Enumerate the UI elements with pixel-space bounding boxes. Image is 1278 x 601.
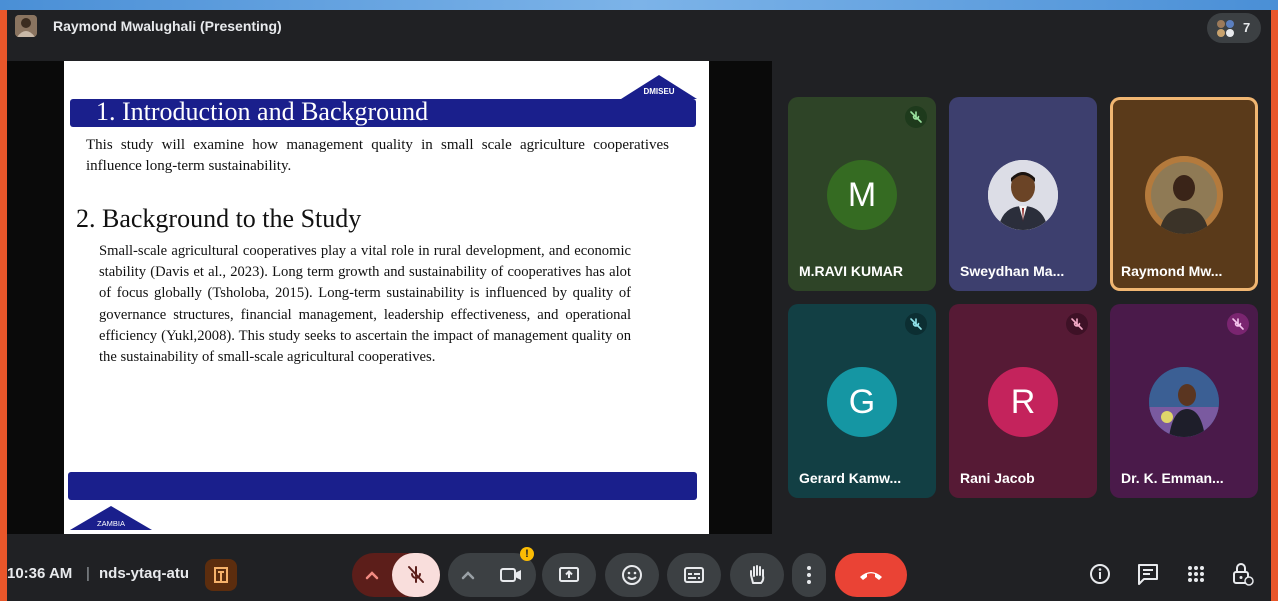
avatar: G — [827, 367, 897, 437]
avatar: M — [827, 160, 897, 230]
bottom-bar: 10:36 AM | nds-ytaq-atu ! — [7, 547, 1271, 601]
meeting-time: 10:36 AM — [7, 565, 73, 582]
info-icon[interactable] — [1086, 560, 1114, 588]
host-controls-icon[interactable] — [1228, 560, 1256, 588]
participant-tile[interactable]: R Rani Jacob — [949, 304, 1097, 498]
slide-heading-1: 1. Introduction and Background — [96, 97, 429, 126]
slide-body-text: Small-scale agricultural cooperatives pl… — [99, 243, 631, 366]
host-badge-icon[interactable] — [205, 559, 237, 591]
raise-hand-icon — [750, 565, 765, 584]
svg-text:ZAMBIA: ZAMBIA — [97, 519, 125, 528]
camera-options-icon[interactable] — [448, 553, 488, 597]
dmiseu-logo: DMISEU — [621, 75, 697, 99]
mic-muted-badge — [1066, 313, 1088, 335]
mic-control-group — [352, 553, 440, 597]
top-bar: Raymond Mwalughali (Presenting) 7 — [7, 10, 1271, 44]
avatar — [988, 160, 1058, 230]
zambia-logo: ZAMBIA — [70, 506, 152, 530]
emoji-button[interactable] — [605, 553, 659, 597]
participants-button[interactable]: 7 — [1207, 13, 1261, 43]
window-frame-top — [0, 0, 1278, 10]
mic-off-icon — [408, 566, 424, 583]
avatar — [1149, 367, 1219, 437]
present-screen-button[interactable] — [542, 553, 596, 597]
participant-name: Dr. K. Emman... — [1121, 470, 1224, 486]
participant-tile[interactable]: Sweydhan Ma... — [949, 97, 1097, 291]
participant-tile[interactable]: G Gerard Kamw... — [788, 304, 936, 498]
participant-name: Rani Jacob — [960, 470, 1035, 486]
participant-tile[interactable]: M M.RAVI KUMAR — [788, 97, 936, 291]
presenter-avatar — [15, 15, 37, 37]
activities-icon[interactable] — [1182, 560, 1210, 588]
meet-app: Raymond Mwalughali (Presenting) 7 DMISEU… — [7, 10, 1271, 601]
participant-tile-active-speaker[interactable]: Raymond Mw... — [1110, 97, 1258, 291]
raise-hand-button[interactable] — [730, 553, 784, 597]
present-screen-icon — [559, 567, 579, 582]
participant-count: 7 — [1243, 20, 1251, 35]
presentation-slide: DMISEU 1. Introduction and Background Th… — [64, 61, 709, 534]
leave-call-icon — [860, 572, 882, 580]
participant-tile[interactable]: Dr. K. Emman... — [1110, 304, 1258, 498]
participant-name: Sweydhan Ma... — [960, 263, 1065, 279]
mic-muted-badge — [905, 106, 927, 128]
separator: | — [86, 565, 90, 582]
mic-options-icon[interactable] — [352, 553, 392, 597]
meeting-code: nds-ytaq-atu — [99, 565, 189, 582]
camera-icon[interactable] — [499, 563, 525, 587]
more-options-button[interactable] — [792, 553, 826, 597]
emoji-icon — [622, 565, 642, 585]
slide-intro-text: This study will examine how management q… — [86, 137, 669, 174]
participants-avatars-icon — [1217, 20, 1234, 37]
participant-name: Gerard Kamw... — [799, 470, 902, 486]
captions-button[interactable] — [667, 553, 721, 597]
mic-muted-badge — [905, 313, 927, 335]
presenter-label: Raymond Mwalughali (Presenting) — [53, 18, 282, 34]
leave-call-button[interactable] — [835, 553, 907, 597]
participant-name: Raymond Mw... — [1121, 263, 1223, 279]
presentation-stage: DMISEU 1. Introduction and Background Th… — [7, 61, 772, 534]
participant-name: M.RAVI KUMAR — [799, 263, 903, 279]
footer-bar — [68, 472, 697, 500]
camera-control-group: ! — [448, 547, 536, 597]
captions-icon — [684, 567, 704, 583]
slide-heading-2: 2. Background to the Study — [76, 204, 362, 233]
mic-off-button[interactable] — [392, 553, 440, 597]
avatar: R — [988, 367, 1058, 437]
mic-muted-badge — [1227, 313, 1249, 335]
svg-text:DMISEU: DMISEU — [643, 87, 674, 96]
more-options-icon — [807, 566, 811, 584]
camera-warning-badge: ! — [520, 547, 534, 561]
chat-icon[interactable] — [1134, 560, 1162, 588]
avatar — [1145, 156, 1223, 234]
